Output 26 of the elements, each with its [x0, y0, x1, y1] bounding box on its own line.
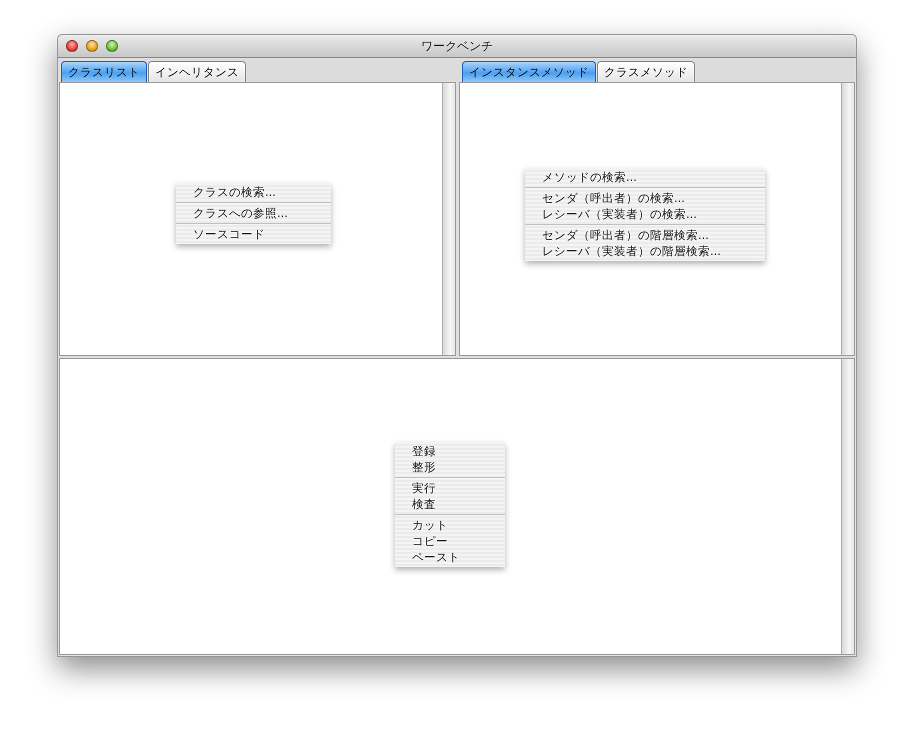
scrollbar[interactable]	[442, 83, 455, 355]
tab[interactable]: クラスメソッド	[597, 61, 695, 82]
menu-item[interactable]: 検査	[395, 496, 505, 512]
menu-item[interactable]: メソッドの検索...	[525, 169, 765, 185]
menu-item[interactable]: レシーバ（実装者）の検索...	[525, 206, 765, 222]
menu-item[interactable]: ソースコード	[176, 226, 331, 242]
menu-item[interactable]: コピー	[395, 533, 505, 549]
close-button[interactable]	[66, 40, 78, 52]
menu-item[interactable]: 実行	[395, 480, 505, 496]
minimize-button[interactable]	[86, 40, 98, 52]
menu-item[interactable]: レシーバ（実装者）の階層検索...	[525, 243, 765, 259]
menu-item[interactable]: 登録	[395, 443, 505, 459]
window-title: ワークベンチ	[421, 38, 493, 54]
menu-item[interactable]: センダ（呼出者）の階層検索...	[525, 227, 765, 243]
menu-item[interactable]: クラスの検索...	[176, 184, 331, 200]
menu-item[interactable]: クラスへの参照...	[176, 205, 331, 221]
menu-item[interactable]: カット	[395, 517, 505, 533]
tab[interactable]: インスタンスメソッド	[462, 61, 596, 82]
tab[interactable]: クラスリスト	[61, 61, 147, 82]
menu-item[interactable]: 整形	[395, 459, 505, 475]
menu-item[interactable]: センダ（呼出者）の検索...	[525, 190, 765, 206]
zoom-button[interactable]	[106, 40, 118, 52]
scrollbar[interactable]	[841, 83, 854, 355]
menu-item[interactable]: ペースト	[395, 549, 505, 565]
scrollbar[interactable]	[841, 359, 854, 654]
tab[interactable]: インヘリタンス	[148, 61, 246, 82]
